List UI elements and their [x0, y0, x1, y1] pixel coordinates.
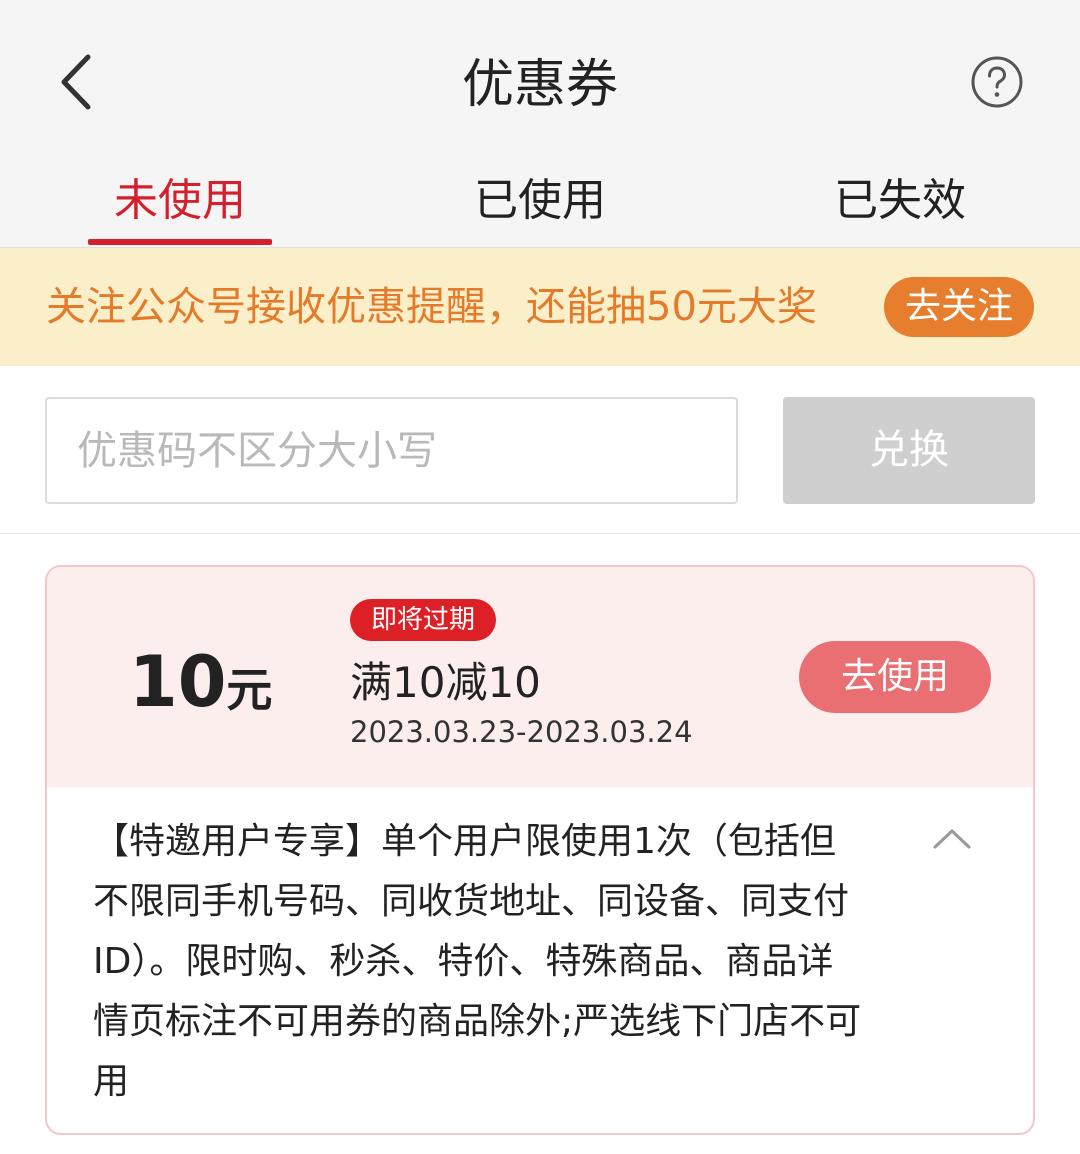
follow-banner: 关注公众号接收优惠提醒，还能抽50元大奖 去关注 [0, 248, 1080, 366]
coupon-amount: 10元 [129, 637, 272, 727]
tab-expired-label: 已失效 [834, 175, 966, 226]
page-title: 优惠券 [461, 55, 618, 115]
collapse-toggle[interactable] [927, 819, 977, 859]
tab-used-label: 已使用 [474, 175, 606, 226]
coupon-code-input[interactable] [45, 397, 738, 504]
redeem-button[interactable]: 兑换 [783, 397, 1035, 504]
banner-text: 关注公众号接收优惠提醒，还能抽50元大奖 [46, 284, 817, 330]
coupon-header: 10元 即将过期 满10减10 2023.03.23-2023.03.24 去使… [47, 567, 1033, 787]
redeem-section: 兑换 [0, 366, 1080, 534]
coupon-card: 10元 即将过期 满10减10 2023.03.23-2023.03.24 去使… [45, 565, 1035, 1135]
follow-button[interactable]: 去关注 [884, 277, 1034, 337]
coupon-description: 【特邀用户专享】单个用户限使用1次（包括但不限同手机号码、同收货地址、同设备、同… [93, 821, 862, 1102]
question-circle-icon [971, 56, 1023, 108]
tab-unused-label: 未使用 [114, 175, 246, 226]
expiring-badge: 即将过期 [350, 599, 496, 641]
tab-expired[interactable]: 已失效 [780, 165, 1020, 247]
top-bar: 优惠券 未使用 已使用 已失效 [0, 0, 1080, 248]
tab-bar: 未使用 已使用 已失效 [0, 165, 1080, 247]
active-tab-indicator [88, 239, 272, 245]
coupon-name: 满10减10 [350, 658, 541, 707]
coupon-date-range: 2023.03.23-2023.03.24 [350, 715, 693, 749]
coupon-amount-unit: 元 [226, 663, 273, 717]
tab-used[interactable]: 已使用 [420, 165, 660, 247]
coupon-amount-value: 10 [129, 641, 227, 723]
tab-unused[interactable]: 未使用 [60, 165, 300, 247]
help-button[interactable] [970, 55, 1024, 109]
back-button[interactable] [50, 45, 110, 119]
chevron-up-icon [933, 829, 971, 849]
chevron-left-icon [61, 54, 91, 110]
use-coupon-button[interactable]: 去使用 [799, 641, 991, 713]
